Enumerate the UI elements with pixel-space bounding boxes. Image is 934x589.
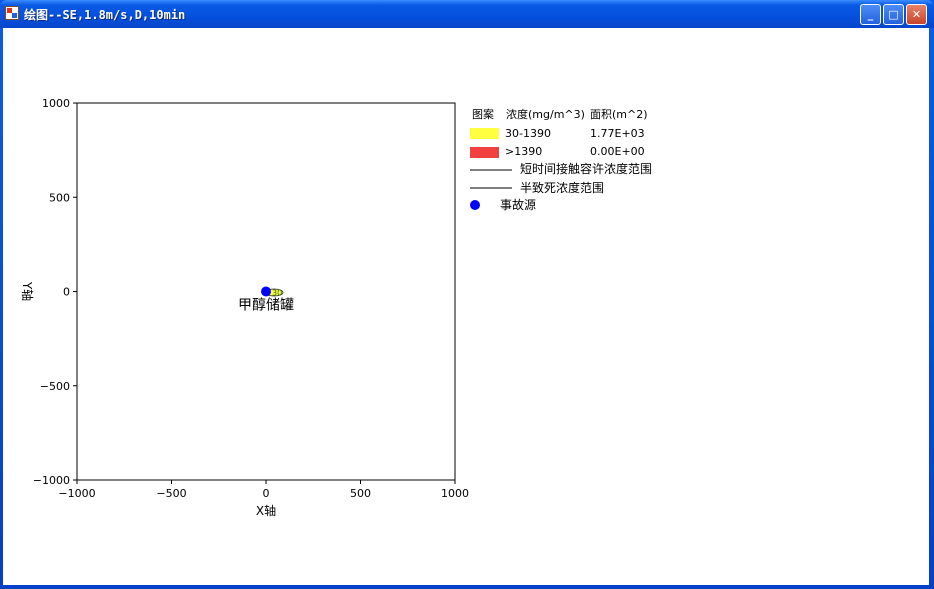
- legend-range-1: >1390: [505, 145, 542, 158]
- contour-label: 30: [272, 289, 282, 298]
- x-tick-label: −500: [156, 487, 186, 500]
- legend-header-area: 面积(m^2): [590, 108, 648, 121]
- title-bar[interactable]: 绘图--SE,1.8m/s,D,10min _ □ ✕: [0, 0, 934, 28]
- legend-line-label-1: 半致死浓度范围: [520, 180, 604, 195]
- legend: 图案 浓度(mg/m^3) 面积(m^2) 30-1390 1.77E+03 >…: [470, 107, 652, 212]
- window-title: 绘图--SE,1.8m/s,D,10min: [24, 8, 186, 22]
- x-tick-label: 1000: [441, 487, 469, 500]
- close-button[interactable]: ✕: [906, 4, 927, 25]
- legend-header-pattern: 图案: [472, 107, 494, 121]
- legend-source-icon: [470, 200, 480, 210]
- plot-window: 绘图--SE,1.8m/s,D,10min _ □ ✕ −1000 −500 0 50…: [0, 0, 934, 589]
- legend-line-label-0: 短时间接触容许浓度范围: [520, 161, 652, 176]
- source-point: [261, 286, 271, 297]
- legend-source-label: 事故源: [500, 197, 536, 212]
- maximize-button[interactable]: □: [883, 4, 904, 25]
- app-icon[interactable]: [5, 6, 19, 20]
- y-axis-label: Y轴: [20, 281, 35, 301]
- minimize-button[interactable]: _: [860, 4, 881, 25]
- legend-area-0: 1.77E+03: [590, 127, 645, 140]
- source-label: 甲醇储罐: [238, 297, 294, 314]
- y-tick-label: −1000: [33, 474, 70, 487]
- x-tick-label: 0: [263, 487, 270, 500]
- x-axis-label: X轴: [256, 503, 276, 518]
- plot-chart: −1000 −500 0 500 1000 −1000 −500 0 500 1000 X轴 Y轴…: [20, 97, 652, 518]
- y-tick-label: 0: [63, 286, 70, 299]
- client-area: −1000 −500 0 500 1000 −1000 −500 0 500 1000 X轴 Y轴…: [3, 28, 929, 585]
- legend-swatch-red: [470, 147, 499, 158]
- y-tick-label: 1000: [42, 97, 70, 110]
- legend-area-1: 0.00E+00: [590, 145, 645, 158]
- x-tick-label: 500: [350, 487, 371, 500]
- y-tick-label: −500: [40, 380, 70, 393]
- legend-range-0: 30-1390: [505, 127, 551, 140]
- legend-header-concentration: 浓度(mg/m^3): [506, 107, 585, 121]
- y-tick-label: 500: [49, 191, 70, 204]
- x-tick-label: −1000: [58, 487, 95, 500]
- legend-swatch-yellow: [470, 128, 499, 139]
